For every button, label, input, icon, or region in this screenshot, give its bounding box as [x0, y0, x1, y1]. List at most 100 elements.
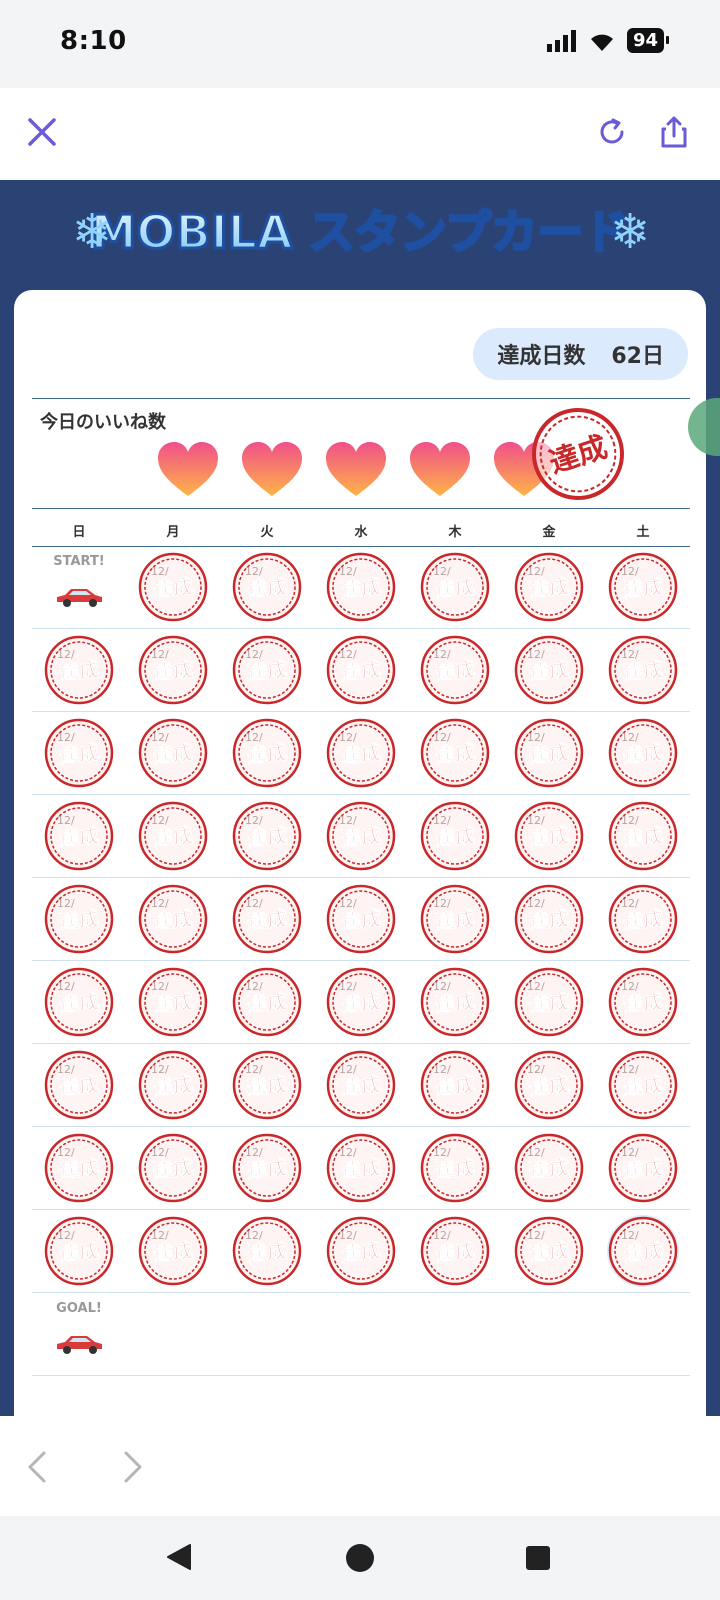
achieved-stamp [44, 884, 114, 954]
calendar-row [32, 629, 690, 712]
status-time: 8:10 [60, 26, 127, 56]
achieved-stamp [138, 801, 208, 871]
achieved-days-value: 62日 [611, 344, 664, 369]
calendar-cell [408, 961, 502, 1043]
calendar-cell [408, 1127, 502, 1209]
achieved-stamp [514, 552, 584, 622]
chevron-right-icon[interactable] [120, 1450, 146, 1484]
calendar-cell [220, 1127, 314, 1209]
calendar-cell [596, 795, 690, 877]
achieved-stamp [232, 1133, 302, 1203]
achieved-stamp [232, 1050, 302, 1120]
start-label: START! [53, 554, 105, 569]
achieved-stamp [232, 718, 302, 788]
calendar-cell [126, 795, 220, 877]
calendar-cell [314, 795, 408, 877]
weekday-tue: 火 [260, 525, 274, 540]
calendar-cell [408, 629, 502, 711]
calendar-cell [32, 1210, 126, 1292]
achieved-stamp [138, 884, 208, 954]
calendar-cell [596, 1127, 690, 1209]
car-icon [57, 589, 102, 607]
achieved-stamp [420, 884, 490, 954]
status-bar: 8:10 94 [0, 0, 720, 88]
reload-button[interactable] [590, 110, 634, 154]
achieved-stamp [326, 552, 396, 622]
back-triangle-icon[interactable] [164, 1542, 194, 1572]
recents-square-icon[interactable] [524, 1544, 552, 1572]
snowflake-icon: ❄ [610, 204, 650, 260]
share-button[interactable] [652, 110, 696, 154]
calendar-cell [126, 1210, 220, 1292]
achieved-stamp [420, 967, 490, 1037]
home-circle-icon[interactable] [344, 1542, 376, 1574]
achieved-stamp [514, 1133, 584, 1203]
calendar-cell [502, 795, 596, 877]
achieved-stamp [514, 1216, 584, 1286]
weekday-wed: 水 [354, 525, 368, 540]
achieved-stamp [514, 635, 584, 705]
achieved-stamp [608, 1050, 678, 1120]
likes-label: 今日のいいね数 [40, 412, 166, 433]
achieved-stamp [138, 635, 208, 705]
calendar-cell [126, 878, 220, 960]
close-button[interactable] [20, 110, 64, 154]
achieved-stamp [514, 1050, 584, 1120]
achieved-stamp [608, 801, 678, 871]
calendar-row [32, 1044, 690, 1127]
calendar-cell: START! [32, 546, 126, 628]
calendar-cell [32, 878, 126, 960]
share-icon [661, 116, 687, 148]
achieved-stamp [232, 801, 302, 871]
stamp-card-page: MOBILA スタンプカード ❄ ❄ 達成日数 62日 今日のいいね数 達成 日… [0, 180, 720, 1416]
close-icon [28, 118, 56, 146]
divider [32, 508, 690, 509]
calendar-row [32, 878, 690, 961]
calendar-cell [32, 712, 126, 794]
achieved-stamp [608, 1133, 678, 1203]
achieved-stamp [232, 635, 302, 705]
calendar-cell [32, 629, 126, 711]
heart-icon [158, 442, 218, 496]
weekday-header: 日 月 火 水 木 金 土 [32, 520, 690, 546]
achieved-stamp [44, 718, 114, 788]
calendar-cell [408, 1210, 502, 1292]
achieved-stamp [44, 635, 114, 705]
calendar-cell [408, 795, 502, 877]
calendar-cell [502, 878, 596, 960]
achieved-stamp [326, 1216, 396, 1286]
chevron-left-icon[interactable] [24, 1450, 50, 1484]
achieved-stamp [326, 1133, 396, 1203]
heart-icon [410, 442, 470, 496]
achieved-stamp [420, 1050, 490, 1120]
achieved-stamp [420, 801, 490, 871]
weekday-sun: 日 [72, 525, 86, 540]
calendar-row: START! [32, 546, 690, 629]
weekday-fri: 金 [542, 525, 556, 540]
weekday-thu: 木 [448, 525, 462, 540]
stamp-card: 達成日数 62日 今日のいいね数 12/ 達成 [14, 290, 706, 1416]
achieved-stamp [326, 718, 396, 788]
calendar-row [32, 712, 690, 795]
achieved-stamp [420, 1133, 490, 1203]
achieved-stamp [608, 967, 678, 1037]
achieved-stamp [232, 884, 302, 954]
calendar-cell [314, 1210, 408, 1292]
achieved-stamp [138, 1050, 208, 1120]
calendar-cell [32, 961, 126, 1043]
car-icon [57, 1336, 102, 1354]
calendar-cell [314, 546, 408, 628]
calendar-cell [126, 712, 220, 794]
calendar-cell [596, 1210, 690, 1292]
weekday-mon: 月 [166, 525, 180, 540]
calendar-cell [220, 1044, 314, 1126]
achieved-stamp [44, 801, 114, 871]
achieved-stamp [514, 801, 584, 871]
calendar-cell [126, 1127, 220, 1209]
calendar-cell [502, 629, 596, 711]
wifi-icon [590, 34, 613, 51]
calendar-cell [596, 961, 690, 1043]
goal-row: GOAL! [32, 1293, 690, 1376]
calendar-cell [32, 1127, 126, 1209]
calendar-cell [220, 712, 314, 794]
